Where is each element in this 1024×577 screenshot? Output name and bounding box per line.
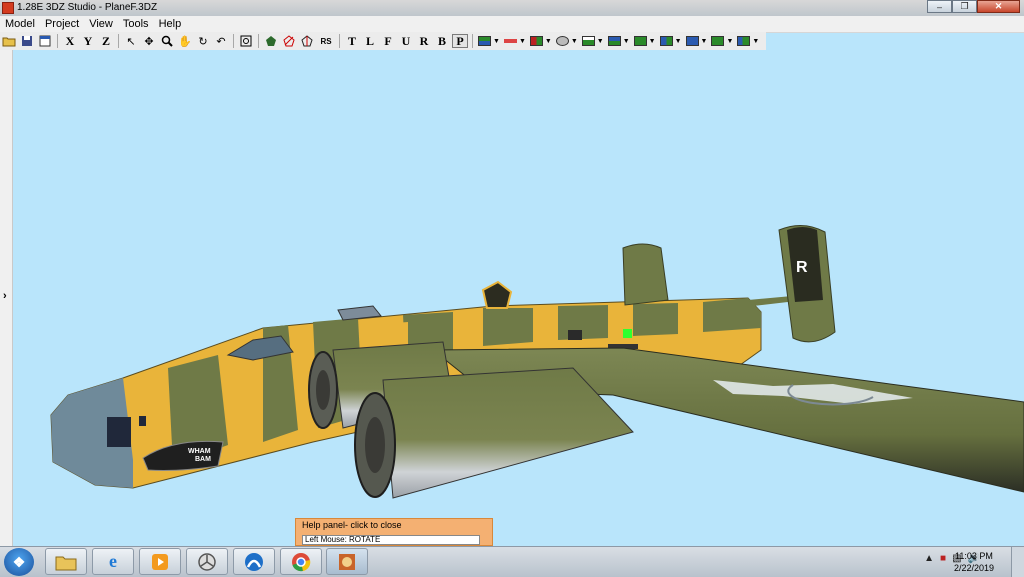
- show-desktop-button[interactable]: [1011, 547, 1024, 577]
- dropdown-tool-4[interactable]: ▼: [555, 36, 578, 46]
- menu-model[interactable]: Model: [0, 18, 40, 30]
- zoom-icon[interactable]: [159, 34, 175, 48]
- taskbar-chrome[interactable]: [280, 548, 322, 575]
- media-player-icon: [152, 553, 168, 570]
- close-button[interactable]: ✕: [977, 0, 1020, 13]
- blue-arch-icon: [245, 552, 263, 571]
- window-controls: – ❐ ✕: [927, 0, 1020, 14]
- axis-x-button[interactable]: X: [62, 34, 78, 48]
- menu-project[interactable]: Project: [40, 18, 84, 30]
- taskbar-app-blue[interactable]: [233, 548, 275, 575]
- tray-expand-icon[interactable]: ▲: [924, 553, 934, 564]
- minimize-button[interactable]: –: [927, 0, 952, 13]
- move-icon[interactable]: ✥: [141, 34, 157, 48]
- clock-time: 11:03 PM: [955, 551, 993, 561]
- save-icon[interactable]: [19, 34, 35, 48]
- dropdown-tool-2[interactable]: ▼: [503, 38, 526, 45]
- view-perspective-button[interactable]: P: [452, 34, 468, 48]
- side-panel-toggle[interactable]: ›: [0, 50, 13, 546]
- toolbar-separator: [118, 34, 119, 48]
- view-right-button[interactable]: R: [416, 34, 432, 48]
- no-texture-icon[interactable]: [281, 34, 297, 48]
- clock-date: 2/22/2019: [953, 563, 994, 573]
- pointer-icon[interactable]: ↖: [123, 34, 139, 48]
- orbit-icon[interactable]: ↶: [213, 34, 229, 48]
- 3d-viewport[interactable]: WHAM BAM R: [13, 50, 1024, 546]
- toolbar-separator: [339, 34, 340, 48]
- chevron-right-icon: ›: [3, 290, 7, 302]
- start-button[interactable]: ❖: [4, 548, 34, 576]
- taskbar-3dz-studio[interactable]: [326, 548, 368, 575]
- dropdown-tool-1[interactable]: ▼: [478, 36, 500, 46]
- dropdown-tool-3[interactable]: ▼: [529, 36, 552, 46]
- view-under-button[interactable]: U: [398, 34, 414, 48]
- rotate-axis-icon[interactable]: ↻: [195, 34, 211, 48]
- solid-shade-icon[interactable]: [263, 34, 279, 48]
- app-icon[interactable]: [2, 2, 14, 14]
- system-clock[interactable]: 11:03 PM 2/22/2019: [954, 550, 994, 574]
- toolbar-separator: [472, 34, 473, 48]
- menu-help[interactable]: Help: [154, 18, 187, 30]
- view-front-button[interactable]: F: [380, 34, 396, 48]
- taskbar-media-player[interactable]: [139, 548, 181, 575]
- tray-app-icon[interactable]: ■: [940, 553, 946, 564]
- dropdown-tool-9[interactable]: ▼: [685, 36, 707, 46]
- toolbar-separator: [233, 34, 234, 48]
- taskbar: ❖ e ▲ ■ ▧ 🔊 11:03 PM 2/22/2019: [0, 546, 1024, 577]
- nose-art-text-2: BAM: [195, 456, 211, 463]
- dropdown-tool-10[interactable]: ▼: [711, 36, 733, 46]
- view-left-button[interactable]: L: [362, 34, 378, 48]
- windows-logo-icon: ❖: [12, 553, 26, 570]
- mercedes-star-icon: [198, 552, 216, 571]
- axis-z-button[interactable]: Z: [98, 34, 114, 48]
- window-title: 1.28E 3DZ Studio - PlaneF.3DZ: [17, 2, 158, 13]
- dropdown-tool-6[interactable]: ▼: [607, 36, 630, 46]
- folder-icon: [55, 556, 77, 570]
- taskbar-internet-explorer[interactable]: e: [92, 548, 134, 575]
- title-bar: 1.28E 3DZ Studio - PlaneF.3DZ – ❐ ✕: [0, 0, 1024, 16]
- plane-model-render: WHAM BAM R: [50, 225, 1024, 499]
- nose-art-text-1: WHAM: [188, 448, 211, 455]
- menu-view[interactable]: View: [84, 18, 118, 30]
- menu-tools[interactable]: Tools: [118, 18, 154, 30]
- wireframe-icon[interactable]: [299, 34, 315, 48]
- help-panel-hint: Left Mouse: ROTATE: [302, 535, 480, 545]
- toolbar-separator: [57, 34, 58, 48]
- toolbar-separator: [258, 34, 259, 48]
- menu-bar: Model Project View Tools Help: [0, 16, 1024, 33]
- internet-explorer-icon: e: [109, 551, 117, 571]
- help-panel-header[interactable]: Help panel- click to close: [302, 520, 402, 530]
- taskbar-file-explorer[interactable]: [45, 548, 87, 575]
- dropdown-tool-7[interactable]: ▼: [633, 36, 656, 46]
- help-panel[interactable]: Help panel- click to close Left Mouse: R…: [295, 518, 493, 546]
- dropdown-tool-8[interactable]: ▼: [659, 36, 682, 46]
- dropdown-tool-5[interactable]: ▼: [581, 36, 604, 46]
- taskbar-app-mercedes[interactable]: [186, 548, 228, 575]
- window-icon[interactable]: [37, 34, 53, 48]
- hand-pan-icon[interactable]: ✋: [177, 34, 193, 48]
- 3dz-studio-icon: [339, 553, 355, 570]
- dropdown-tool-11[interactable]: ▼: [737, 36, 759, 46]
- view-back-button[interactable]: B: [434, 34, 450, 48]
- chrome-icon: [292, 552, 311, 571]
- view-top-button[interactable]: T: [344, 34, 360, 48]
- open-folder-icon[interactable]: [1, 34, 17, 48]
- rs-button[interactable]: RS: [317, 34, 335, 48]
- maximize-button[interactable]: ❐: [952, 0, 977, 13]
- tail-letter: R: [796, 259, 808, 276]
- main-toolbar: X Y Z ↖ ✥ ✋ ↻ ↶ RS T L F U R B P ▼ ▼ ▼ ▼…: [0, 32, 766, 51]
- axis-y-button[interactable]: Y: [80, 34, 96, 48]
- zoom-fit-icon[interactable]: [238, 34, 254, 48]
